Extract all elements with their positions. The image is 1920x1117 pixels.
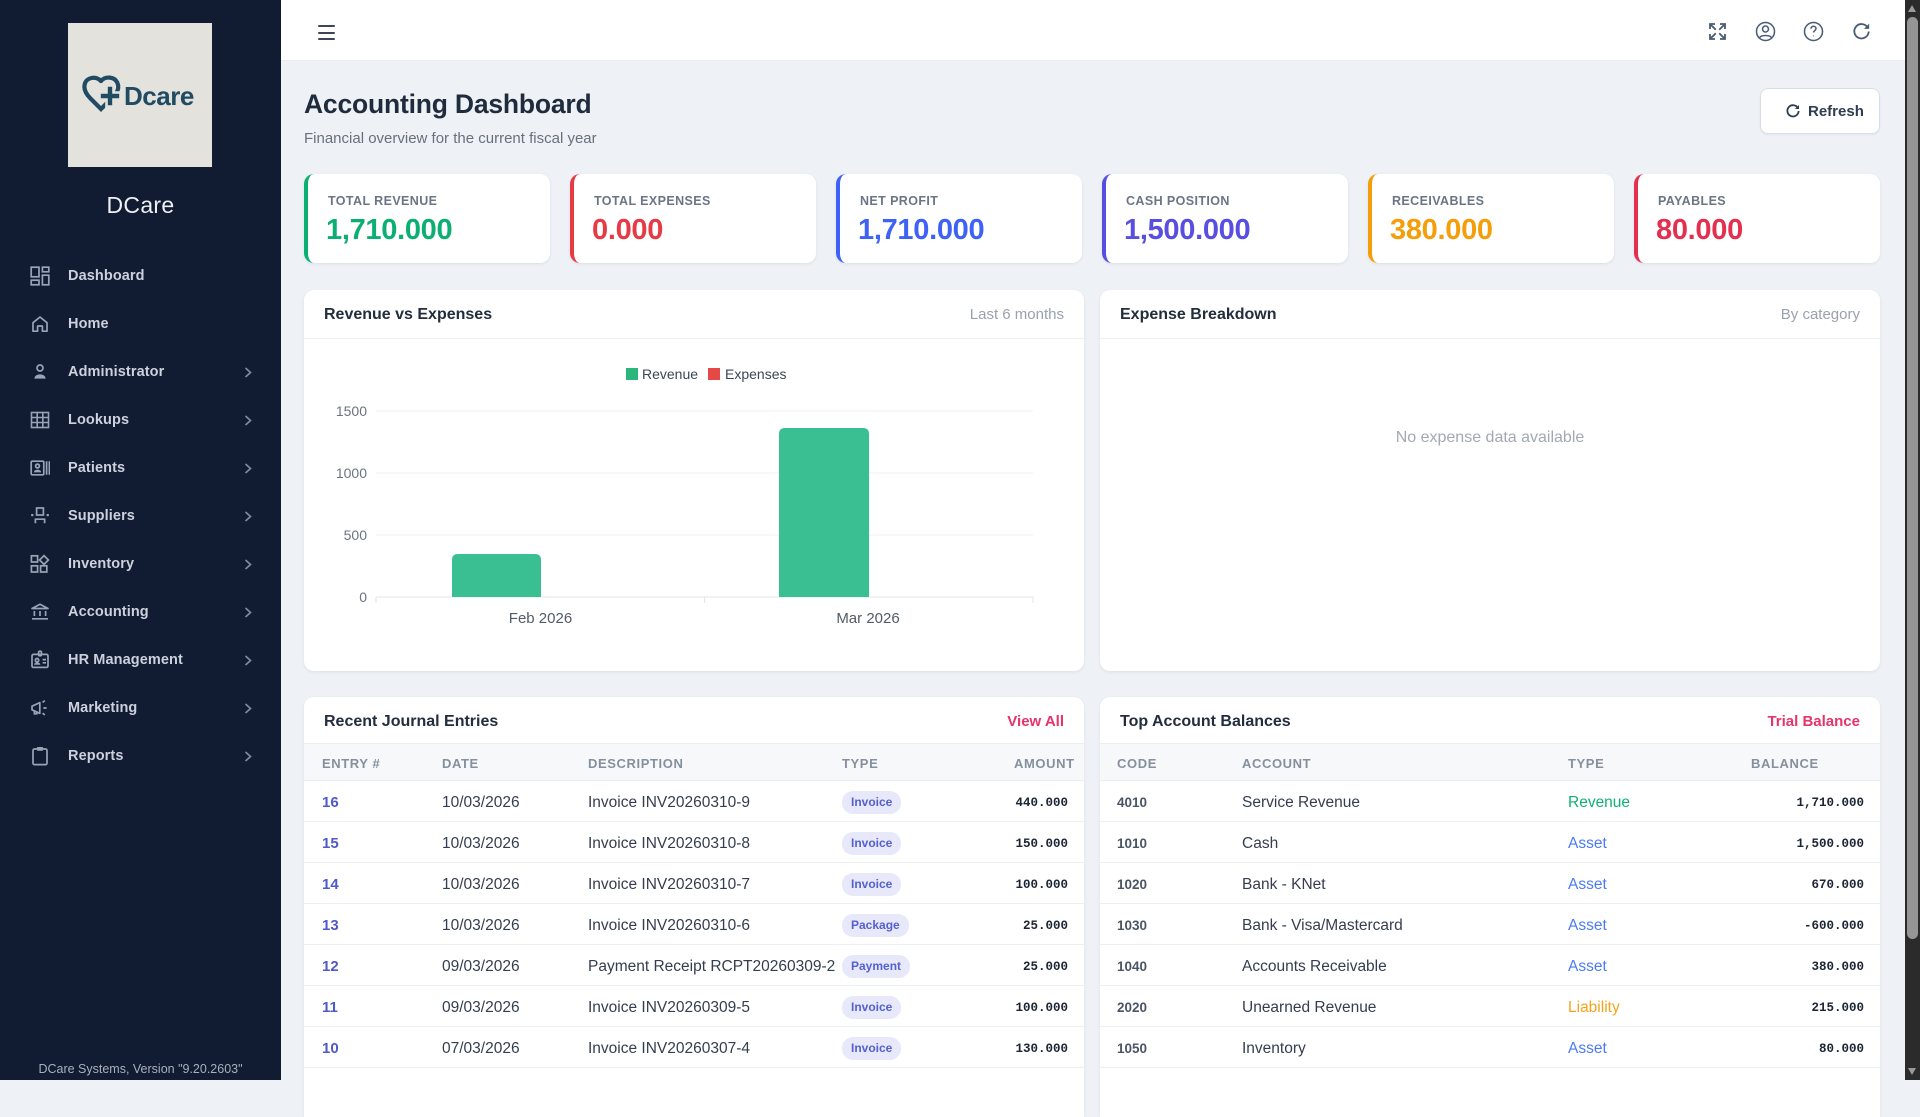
svg-text:Feb 2026: Feb 2026 (509, 610, 572, 627)
svg-text:500: 500 (344, 527, 368, 543)
svg-text:Expenses: Expenses (725, 366, 786, 382)
svg-text:1000: 1000 (336, 465, 367, 481)
svg-text:Dcare: Dcare (124, 81, 194, 111)
svg-text:Revenue: Revenue (642, 366, 698, 382)
svg-text:Mar 2026: Mar 2026 (836, 610, 899, 627)
svg-text:0: 0 (359, 589, 367, 605)
svg-text:1500: 1500 (336, 403, 367, 419)
